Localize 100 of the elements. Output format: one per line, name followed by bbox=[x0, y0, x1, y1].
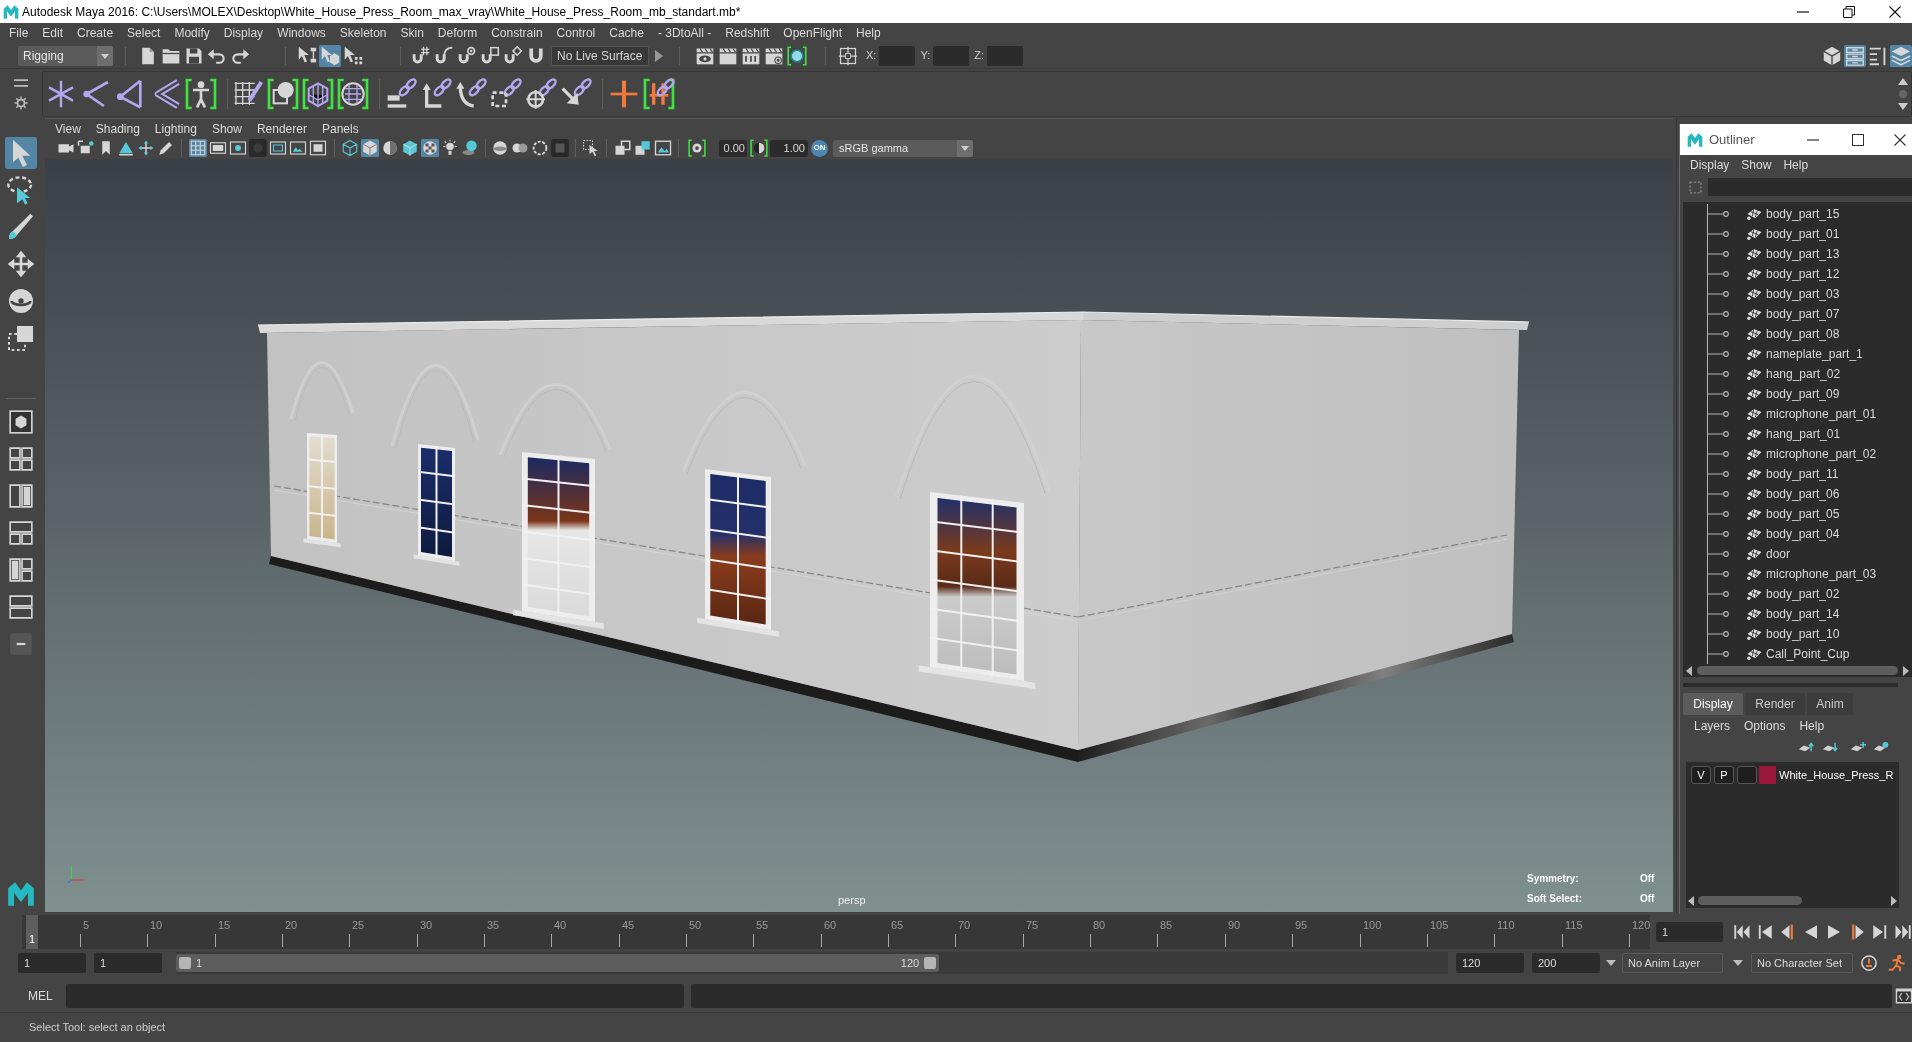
stacked-fields-icon[interactable] bbox=[1844, 44, 1866, 67]
close-icon[interactable] bbox=[1889, 5, 1901, 18]
outliner-item[interactable]: body_part_15 bbox=[1683, 204, 1912, 224]
outliner-filter-field[interactable] bbox=[1708, 178, 1912, 196]
anim-layer-dropdown[interactable]: No Anim Layer bbox=[1622, 953, 1723, 973]
outliner-item[interactable]: body_part_10 bbox=[1683, 624, 1912, 644]
side-column-view-icon[interactable] bbox=[8, 557, 34, 583]
outliner-item[interactable]: body_part_06 bbox=[1683, 484, 1912, 504]
menu-item[interactable]: Skeleton bbox=[332, 24, 394, 42]
four-view-icon[interactable] bbox=[8, 446, 34, 472]
chain-curve-icon[interactable] bbox=[455, 77, 487, 110]
script-editor-icon[interactable] bbox=[1894, 987, 1912, 1005]
outliner-item[interactable]: body_part_12 bbox=[1683, 264, 1912, 284]
shelf-tabs-icon[interactable] bbox=[14, 77, 28, 88]
layer-down-icon[interactable] bbox=[1822, 740, 1838, 753]
three-view-icon[interactable] bbox=[8, 520, 34, 546]
playback-end-field[interactable]: 120 bbox=[1456, 953, 1524, 973]
menu-item[interactable]: OpenFlight bbox=[776, 24, 849, 42]
scrollbar-thumb[interactable] bbox=[1697, 666, 1898, 675]
range-slider-bar[interactable]: 1 120 bbox=[176, 954, 940, 972]
minimize-icon[interactable] bbox=[1797, 10, 1809, 13]
horizontal-scrollbar[interactable] bbox=[1683, 664, 1912, 677]
outliner-item[interactable]: body_part_04 bbox=[1683, 524, 1912, 544]
cursor-dots-icon[interactable] bbox=[342, 44, 364, 67]
outliner-item[interactable]: microphone_part_01 bbox=[1683, 404, 1912, 424]
outliner-item[interactable]: body_part_13 bbox=[1683, 244, 1912, 264]
layer-menu-item[interactable]: Layers bbox=[1694, 716, 1731, 735]
layer-name[interactable]: White_House_Press_R bbox=[1779, 766, 1894, 784]
stacked-squares-icon[interactable] bbox=[634, 139, 652, 157]
half-sphere-icon[interactable] bbox=[381, 139, 399, 157]
outliner-item[interactable]: hang_part_01 bbox=[1683, 424, 1912, 444]
figure-bracket-icon[interactable] bbox=[185, 77, 217, 110]
scroll-right-icon[interactable] bbox=[1903, 665, 1909, 676]
shaded-cube-icon[interactable] bbox=[361, 139, 379, 157]
range-slider[interactable]: 1 120 bbox=[176, 952, 1448, 974]
cube-icon[interactable] bbox=[1821, 44, 1843, 67]
outliner-item[interactable]: body_part_09 bbox=[1683, 384, 1912, 404]
chain-square-icon[interactable] bbox=[490, 77, 522, 110]
outliner-item[interactable]: body_part_01 bbox=[1683, 224, 1912, 244]
coordinate-field[interactable] bbox=[987, 45, 1023, 66]
menu-item[interactable]: Select bbox=[120, 24, 168, 42]
single-view-icon[interactable] bbox=[8, 409, 34, 435]
two-row-view-icon[interactable] bbox=[8, 594, 34, 620]
layer-tab[interactable]: Display bbox=[1683, 693, 1743, 715]
grid-arrows-icon[interactable] bbox=[137, 139, 155, 157]
range-handle-icon[interactable] bbox=[179, 957, 191, 969]
lattice-bracket-icon[interactable] bbox=[302, 77, 334, 110]
menu-item[interactable]: Control bbox=[549, 24, 603, 42]
sphere-bracket-icon[interactable] bbox=[787, 45, 807, 66]
outliner-item[interactable]: body_part_03 bbox=[1683, 284, 1912, 304]
sphere-icon[interactable] bbox=[491, 139, 509, 157]
shadow-sphere-icon[interactable] bbox=[461, 139, 479, 157]
step-forward-icon[interactable] bbox=[1871, 923, 1889, 941]
checker-sphere-icon[interactable] bbox=[421, 139, 439, 157]
outliner-item[interactable]: nameplate_part_1 bbox=[1683, 344, 1912, 364]
layers-icon[interactable] bbox=[1890, 44, 1912, 67]
dropdown-arrow-icon[interactable] bbox=[1606, 960, 1616, 966]
outliner-item[interactable]: body_part_11 bbox=[1683, 464, 1912, 484]
step-back-icon[interactable] bbox=[1756, 923, 1774, 941]
clapper-bars-icon[interactable] bbox=[741, 45, 761, 66]
circle-grid-bracket-icon[interactable] bbox=[337, 77, 369, 110]
layer-add-icon[interactable] bbox=[1850, 740, 1866, 753]
script-language-button[interactable]: MEL bbox=[28, 987, 53, 1005]
playback-start-field[interactable]: 1 bbox=[94, 953, 162, 973]
outliner-item[interactable]: body_part_05 bbox=[1683, 504, 1912, 524]
frame-landscape-icon[interactable] bbox=[289, 139, 307, 157]
coordinate-field[interactable] bbox=[879, 45, 916, 66]
current-frame-field[interactable]: 1 bbox=[1656, 922, 1723, 942]
layer-up-icon[interactable] bbox=[1798, 740, 1814, 753]
viewport-canvas[interactable]: persp Symmetry: Off Soft Select: Off bbox=[45, 159, 1673, 912]
half-circle-bracket-icon[interactable] bbox=[750, 139, 768, 157]
menu-item[interactable]: File bbox=[2, 24, 36, 42]
cursor-cube-icon[interactable] bbox=[319, 44, 341, 67]
wire-shaded-cube-icon[interactable] bbox=[401, 139, 419, 157]
expand-arrow-icon[interactable] bbox=[655, 49, 663, 62]
color-management-toggle[interactable]: ON bbox=[811, 139, 828, 157]
panel-menu-item[interactable]: View bbox=[55, 119, 81, 138]
clapper-gear-icon[interactable] bbox=[764, 45, 784, 66]
scroll-right-icon[interactable] bbox=[1891, 895, 1897, 906]
panel-menu-item[interactable]: Renderer bbox=[256, 119, 307, 138]
horizontal-scrollbar[interactable] bbox=[1688, 895, 1897, 906]
color-space-dropdown[interactable]: sRGB gamma bbox=[833, 139, 973, 157]
menu-item[interactable]: Redshift bbox=[718, 24, 777, 42]
maximize-icon[interactable] bbox=[1852, 133, 1864, 146]
color-swatch-icon[interactable] bbox=[1759, 766, 1776, 784]
visibility-toggle[interactable]: V bbox=[1691, 766, 1711, 784]
outliner-item[interactable]: microphone_part_03 bbox=[1683, 564, 1912, 584]
command-result-field[interactable] bbox=[690, 984, 1892, 1008]
aperture-bracket-icon[interactable] bbox=[688, 139, 706, 157]
chain-crosshair-icon[interactable] bbox=[525, 77, 557, 110]
bars-chain-bracket-icon[interactable] bbox=[643, 77, 675, 110]
clapper-icon[interactable] bbox=[718, 45, 738, 66]
outliner-item[interactable]: body_part_07 bbox=[1683, 304, 1912, 324]
coordinate-field[interactable] bbox=[933, 45, 970, 66]
menu-item[interactable]: Modify bbox=[167, 24, 217, 42]
magnet-grid-icon[interactable] bbox=[411, 45, 431, 66]
crosshair-square-icon[interactable] bbox=[838, 45, 858, 66]
outliner-item[interactable]: microphone_part_02 bbox=[1683, 444, 1912, 464]
isolate-select-icon[interactable] bbox=[582, 139, 600, 157]
light-bulb-icon[interactable] bbox=[441, 139, 459, 157]
